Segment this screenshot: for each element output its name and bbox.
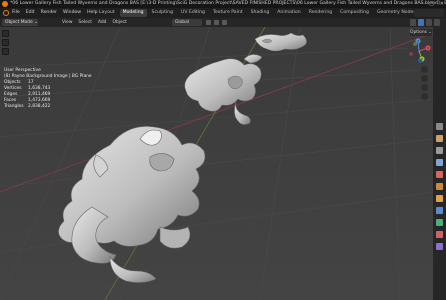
pivot-icon[interactable] [206, 20, 211, 25]
options-button[interactable]: Options ⌄ [410, 29, 432, 36]
menu-add[interactable]: Add [98, 18, 107, 27]
tab-layout[interactable]: Layout [96, 9, 118, 17]
menu-file[interactable]: File [12, 8, 20, 18]
view-layer-properties-icon[interactable] [436, 159, 443, 166]
tab-texture-paint[interactable]: Texture Paint [210, 9, 246, 17]
top-menu-bar: File Edit Render Window Help Layout Mode… [0, 8, 446, 18]
solid-shading-icon[interactable] [418, 19, 424, 26]
navigation-gizmo[interactable]: X Y Z [406, 38, 432, 64]
render-properties-icon[interactable] [436, 135, 443, 142]
stat-label: Triangles [4, 104, 24, 109]
tab-uv-editing[interactable]: UV Editing [178, 9, 208, 17]
workspace-tabs: Layout Modeling Sculpting UV Editing Tex… [96, 9, 446, 17]
tab-animation[interactable]: Animation [274, 9, 303, 17]
tab-modeling[interactable]: Modeling [119, 9, 147, 17]
orientation-dropdown[interactable]: Global [172, 19, 202, 26]
stat-row: Triangles 2,838,422 [4, 104, 92, 110]
viewport-nav-buttons [421, 66, 428, 100]
material-shading-icon[interactable] [426, 19, 432, 26]
output-properties-icon[interactable] [436, 147, 443, 154]
object-properties-icon[interactable] [436, 195, 443, 202]
tab-shading[interactable]: Shading [248, 9, 273, 17]
shading-modes [410, 19, 440, 26]
wireframe-shading-icon[interactable] [410, 19, 416, 26]
menu-object[interactable]: Object [112, 18, 126, 27]
stat-value: 2,838,422 [28, 104, 51, 109]
menu-render[interactable]: Render [41, 8, 57, 18]
left-toolbar [2, 30, 10, 55]
menu-window[interactable]: Window [63, 8, 81, 18]
blender-logo-icon [2, 1, 8, 7]
proportional-edit-icon[interactable] [222, 20, 227, 25]
menu-view[interactable]: View [62, 18, 72, 27]
tab-rendering[interactable]: Rendering [306, 9, 335, 17]
main-menu: File Edit Render Window Help [12, 8, 98, 18]
texture-properties-icon[interactable] [436, 243, 443, 250]
orientation-label: Global [175, 20, 190, 25]
tab-geometry-nodes[interactable]: Geometry Nodes [374, 9, 419, 17]
camera-view-icon[interactable] [421, 84, 428, 91]
cursor-tool-icon[interactable] [2, 39, 9, 46]
modifier-properties-icon[interactable] [436, 207, 443, 214]
viewport-header: Object Mode ⌄ View Select Add Object Glo… [0, 18, 446, 27]
mode-label: Object Mode [5, 20, 33, 25]
perspective-toggle-icon[interactable] [421, 93, 428, 100]
viewport-stats-overlay: User Perspective (8) Payne Background Im… [4, 68, 92, 110]
mode-dropdown[interactable]: Object Mode ⌄ [2, 19, 38, 26]
tab-sculpting[interactable]: Sculpting [149, 9, 176, 17]
maximize-button[interactable]: □ [429, 0, 434, 8]
data-properties-icon[interactable] [436, 219, 443, 226]
blender-menu-icon[interactable] [3, 10, 9, 16]
properties-tab-strip [433, 27, 446, 300]
window-title: *06 Lower Gallery Fish Tailed Wyverns an… [10, 1, 446, 6]
rendered-shading-icon[interactable] [434, 19, 440, 26]
viewport-menus: View Select Add Object [62, 18, 127, 27]
transform-tools [206, 20, 227, 25]
move-tool-icon[interactable] [2, 48, 9, 55]
pan-hand-icon[interactable] [421, 75, 428, 82]
gizmo-neg-x-axis[interactable] [409, 52, 413, 56]
scene-selector[interactable] [414, 9, 444, 17]
title-bar: *06 Lower Gallery Fish Tailed Wyverns an… [0, 0, 446, 8]
close-button[interactable]: ✕ [440, 0, 444, 8]
minimize-button[interactable]: – [421, 0, 424, 8]
window-controls: – □ ✕ [421, 0, 444, 8]
tab-compositing[interactable]: Compositing [337, 9, 372, 17]
scene-properties-icon[interactable] [436, 171, 443, 178]
world-properties-icon[interactable] [436, 183, 443, 190]
snap-icon[interactable] [214, 20, 219, 25]
menu-select[interactable]: Select [78, 18, 92, 27]
select-tool-icon[interactable] [2, 30, 9, 37]
material-properties-icon[interactable] [436, 231, 443, 238]
zoom-icon[interactable] [421, 66, 428, 73]
menu-edit[interactable]: Edit [26, 8, 35, 18]
tool-properties-icon[interactable] [436, 123, 443, 130]
